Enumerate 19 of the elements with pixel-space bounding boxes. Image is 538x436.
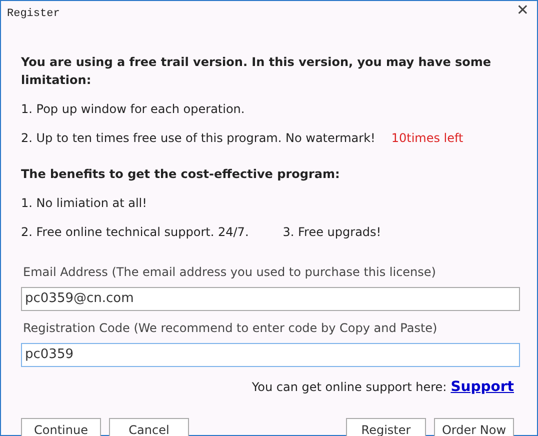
benefit-text: 1. No limiation at all! (21, 196, 147, 210)
dialog-button[interactable]: Order Now (434, 418, 514, 436)
benefit-text: 2. Free online technical support. 24/7. (21, 224, 249, 238)
field-label: Registration Code (We recommend to enter code by Copy and Paste) (23, 320, 438, 336)
window-title: Register (6, 7, 61, 22)
benefit-text: 3. Free upgrads! (282, 224, 382, 238)
limitation-text: 2. Up to ten times free use of this program. No watermark! (21, 130, 376, 144)
dialog-button[interactable]: Continue (21, 418, 101, 436)
field-label: Email Address (The email address you used to purchase this license) (23, 264, 437, 280)
support-link[interactable]: Support (450, 376, 514, 398)
close-button[interactable]: ✕ (508, 1, 537, 20)
remaining-uses-text: 10times left (391, 130, 464, 144)
intro-text: You are using a free trail version. In this version, you may have some limitation: (21, 54, 492, 88)
registration-code-field[interactable]: pc0359 (21, 342, 520, 366)
benefits-heading: The benefits to get the cost-effective program: (21, 166, 341, 182)
limitation-text: 1. Pop up window for each operation. (21, 102, 245, 116)
support-text: You can get online support here: (252, 379, 447, 396)
email-field[interactable]: pc0359@cn.com (21, 286, 520, 310)
dialog-button[interactable]: Cancel (109, 418, 189, 436)
